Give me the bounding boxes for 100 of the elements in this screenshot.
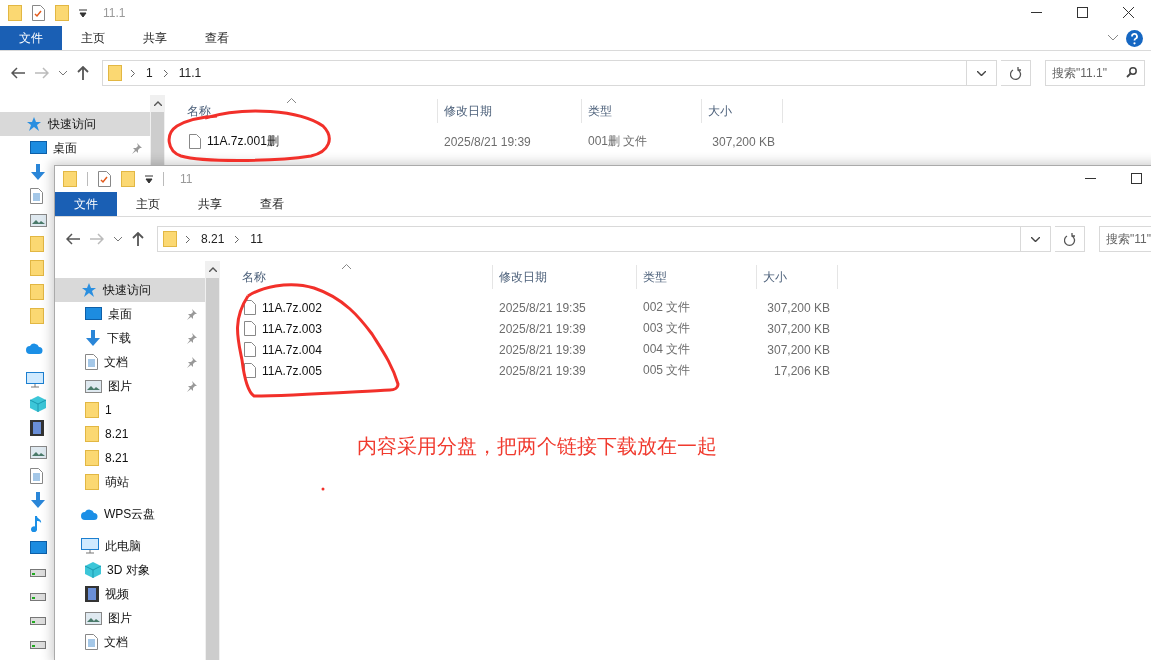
film-icon [85, 586, 99, 602]
sidebar-item[interactable]: 图片 [55, 374, 205, 398]
chevron-right-icon [163, 69, 168, 77]
column-header[interactable]: 大小 [757, 265, 838, 289]
file-type: 002 文件 [643, 299, 691, 316]
computer-icon [81, 538, 99, 554]
back-arrow-icon [66, 233, 80, 245]
dot-annotation [321, 487, 325, 491]
sidebar-item[interactable]: 图片 [55, 606, 205, 630]
recent-locations-button[interactable] [56, 70, 70, 76]
file-icon [244, 300, 256, 315]
refresh-button[interactable] [1055, 226, 1085, 252]
sidebar-item[interactable]: 8.21 [55, 422, 205, 446]
column-header[interactable]: 名称 [220, 265, 493, 289]
properties-icon[interactable] [32, 4, 45, 21]
help-icon[interactable] [1126, 29, 1143, 47]
folder-icon [85, 426, 99, 442]
download-icon [30, 492, 46, 508]
drive-icon [30, 567, 46, 577]
folder-icon [121, 170, 135, 187]
picture-icon [30, 213, 47, 227]
breadcrumb[interactable]: 11.1 [176, 66, 204, 80]
refresh-button[interactable] [1001, 60, 1031, 86]
refresh-icon [1009, 66, 1022, 80]
ribbon-tab[interactable]: 主页 [62, 26, 124, 50]
sidebar-item[interactable]: 萌站 [55, 470, 205, 494]
cloud-icon [81, 508, 98, 520]
folder-icon [85, 402, 99, 418]
pin-icon [186, 380, 197, 392]
chevron-right-icon [235, 235, 240, 243]
sidebar-item[interactable]: 3D 对象 [55, 558, 205, 582]
address-bar[interactable]: 8.21 11 [157, 226, 1051, 252]
scrollbar-thumb[interactable] [206, 278, 219, 660]
cube-icon [85, 562, 101, 578]
search-field[interactable]: 搜索"11.1" [1045, 60, 1145, 86]
column-header[interactable]: 修改日期 [438, 99, 582, 123]
document-icon [30, 188, 43, 204]
sidebar-item[interactable]: WPS云盘 [55, 502, 205, 526]
annotation-note: 内容采用分盘，把两个链接下载放在一起 [357, 434, 717, 459]
dropdown-icon[interactable] [79, 8, 87, 17]
column-header[interactable]: 类型 [582, 99, 702, 123]
ribbon-tab[interactable]: 共享 [179, 192, 241, 216]
ribbon-tab[interactable]: 共享 [124, 26, 186, 50]
file-icon [244, 342, 256, 357]
column-header[interactable]: 类型 [637, 265, 757, 289]
breadcrumb[interactable]: 11 [248, 232, 265, 246]
desktop-icon [30, 541, 47, 555]
folder-icon [85, 450, 99, 466]
search-field[interactable]: 搜索"11" [1099, 226, 1151, 252]
sidebar-item[interactable]: 此电脑 [55, 534, 205, 558]
forward-arrow-icon [35, 67, 49, 79]
sidebar-item[interactable]: 下载 [55, 326, 205, 350]
modified-date: 2025/8/21 19:35 [499, 300, 586, 315]
sidebar-item[interactable]: 1 [55, 398, 205, 422]
drive-icon [30, 639, 46, 649]
ribbon-tab[interactable]: 文件 [55, 192, 117, 216]
chevron-down-icon [977, 70, 986, 76]
ribbon-tab[interactable]: 主页 [117, 192, 179, 216]
folder-icon [8, 4, 22, 21]
column-header[interactable]: 大小 [702, 99, 783, 123]
sidebar-item[interactable]: 快速访问 [55, 278, 205, 302]
chevron-up-icon [153, 101, 162, 106]
picture-icon [85, 379, 102, 393]
minimize-icon [1030, 12, 1042, 13]
sidebar-item[interactable]: 文档 [55, 630, 205, 654]
back-button[interactable] [63, 233, 83, 245]
recent-locations-button[interactable] [111, 236, 125, 242]
back-arrow-icon [11, 67, 25, 79]
sidebar-item[interactable]: 快速访问 [0, 112, 150, 136]
download-icon [30, 164, 46, 180]
address-bar[interactable]: 1 11.1 [102, 60, 997, 86]
back-button[interactable] [8, 67, 28, 79]
sidebar-item[interactable]: 视频 [55, 582, 205, 606]
cloud-icon [26, 342, 43, 354]
download-icon [85, 330, 101, 346]
sidebar-item[interactable]: 桌面 [55, 302, 205, 326]
column-header[interactable]: 修改日期 [493, 265, 637, 289]
sidebar-item[interactable]: 文档 [55, 350, 205, 374]
file-size: 307,200 KB [767, 300, 830, 315]
folder-icon [30, 260, 44, 276]
sidebar-item[interactable]: 桌面 [0, 136, 150, 160]
sidebar-item[interactable]: 8.21 [55, 446, 205, 470]
chevron-right-icon [131, 69, 135, 77]
ribbon-tab[interactable]: 查看 [186, 26, 248, 50]
file-name: 11A.7z.005 [262, 363, 322, 378]
properties-icon[interactable] [98, 170, 111, 187]
breadcrumb[interactable]: 8.21 [199, 232, 227, 246]
dropdown-icon[interactable] [145, 174, 153, 183]
file-icon [189, 134, 201, 149]
ribbon-tab[interactable]: 查看 [241, 192, 303, 216]
sort-caret-icon [342, 264, 351, 269]
modified-date: 2025/8/21 19:39 [444, 134, 531, 149]
file-type: 005 文件 [643, 362, 691, 379]
column-header[interactable]: 名称 [165, 99, 438, 123]
breadcrumb[interactable]: 1 [144, 66, 155, 80]
chevron-down-icon[interactable] [1108, 35, 1118, 41]
refresh-icon [1063, 232, 1076, 246]
file-size: 17,206 KB [773, 363, 830, 378]
ribbon-tab[interactable]: 文件 [0, 26, 62, 50]
maximize-icon [1130, 173, 1142, 184]
